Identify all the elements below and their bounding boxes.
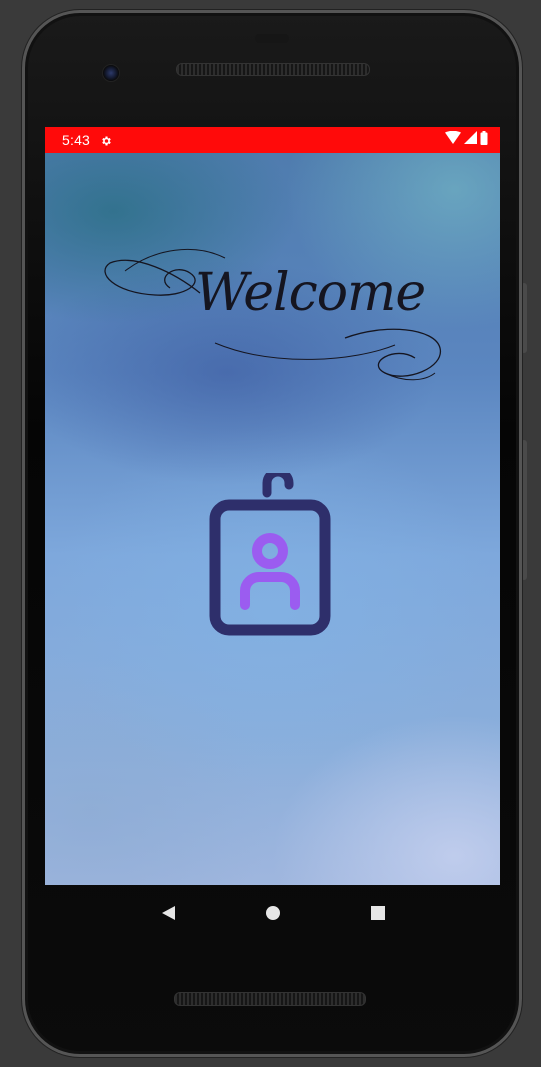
back-icon bbox=[161, 906, 175, 920]
top-sensor bbox=[255, 34, 289, 43]
earpiece-speaker bbox=[176, 63, 370, 76]
device-screen[interactable]: 5:43 Welcome bbox=[45, 127, 500, 885]
recents-icon bbox=[370, 906, 385, 920]
gear-icon bbox=[100, 134, 112, 146]
wifi-icon bbox=[445, 130, 461, 149]
welcome-banner: Welcome bbox=[95, 233, 455, 393]
signal-icon bbox=[464, 131, 477, 149]
status-time: 5:43 bbox=[62, 132, 91, 148]
bottom-speaker bbox=[174, 992, 366, 1006]
battery-icon bbox=[480, 130, 488, 150]
wallpaper: Welcome bbox=[45, 153, 500, 885]
front-camera bbox=[102, 64, 120, 82]
home-button[interactable] bbox=[258, 898, 288, 928]
back-button[interactable] bbox=[153, 898, 183, 928]
id-badge-icon[interactable] bbox=[205, 467, 345, 643]
status-icons bbox=[445, 130, 488, 150]
status-bar: 5:43 bbox=[45, 127, 500, 153]
recents-button[interactable] bbox=[363, 898, 393, 928]
home-icon bbox=[265, 906, 280, 920]
navigation-bar bbox=[45, 885, 500, 941]
welcome-title: Welcome bbox=[195, 263, 426, 323]
emulator-stage: 5:43 Welcome bbox=[0, 0, 541, 1067]
